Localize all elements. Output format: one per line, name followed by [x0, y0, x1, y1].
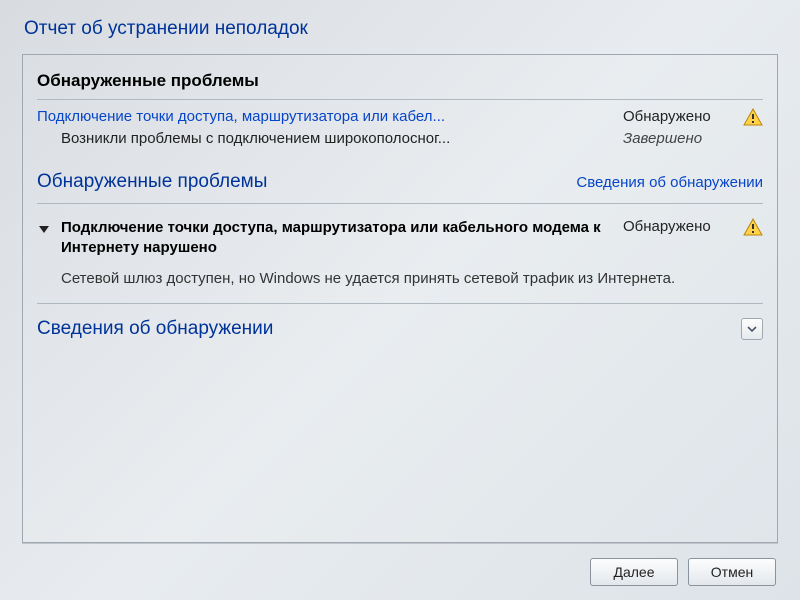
- spacer: [743, 130, 763, 147]
- issue-sub-text: Возникли проблемы с подключением широкоп…: [61, 130, 613, 147]
- issue-link[interactable]: Подключение точки доступа, маршрутизатор…: [37, 108, 613, 125]
- button-bar: Далее Отмен: [22, 543, 778, 600]
- warning-icon: [743, 108, 763, 126]
- issue-sub-row: Возникли проблемы с подключением широкоп…: [37, 128, 763, 157]
- warning-icon: [743, 218, 763, 236]
- expanded-issue-block: Подключение точки доступа, маршрутизатор…: [37, 204, 763, 304]
- expanded-issue-header: Подключение точки доступа, маршрутизатор…: [37, 218, 763, 259]
- detection-info-heading-row: Сведения об обнаружении: [37, 304, 763, 350]
- issue-status: Обнаружено: [623, 108, 733, 125]
- issues-section-heading: Обнаруженные проблемы: [37, 171, 267, 193]
- issues-found-heading: Обнаруженные проблемы: [37, 71, 259, 91]
- expanded-issue-description: Сетевой шлюз доступен, но Windows не уда…: [37, 259, 763, 295]
- issues-section-heading-row: Обнаруженные проблемы Сведения об обнару…: [37, 157, 763, 204]
- issue-row: Подключение точки доступа, маршрутизатор…: [37, 100, 763, 128]
- cancel-button[interactable]: Отмен: [688, 558, 776, 586]
- chevron-down-button[interactable]: [741, 318, 763, 340]
- expanded-issue-status: Обнаружено: [623, 218, 733, 235]
- detection-info-link[interactable]: Сведения об обнаружении: [576, 174, 763, 191]
- issues-found-heading-row: Обнаруженные проблемы: [37, 65, 763, 100]
- detection-info-heading: Сведения об обнаружении: [37, 318, 273, 340]
- expand-arrow-icon[interactable]: [37, 222, 51, 236]
- report-panel: Обнаруженные проблемы Подключение точки …: [22, 54, 778, 543]
- expanded-issue-title: Подключение точки доступа, маршрутизатор…: [61, 218, 613, 259]
- next-button[interactable]: Далее: [590, 558, 678, 586]
- spacer: [37, 350, 763, 534]
- window-title: Отчет об устранении неполадок: [22, 18, 778, 40]
- troubleshoot-report-window: Отчет об устранении неполадок Обнаруженн…: [0, 0, 800, 600]
- issue-sub-status: Завершено: [623, 130, 733, 147]
